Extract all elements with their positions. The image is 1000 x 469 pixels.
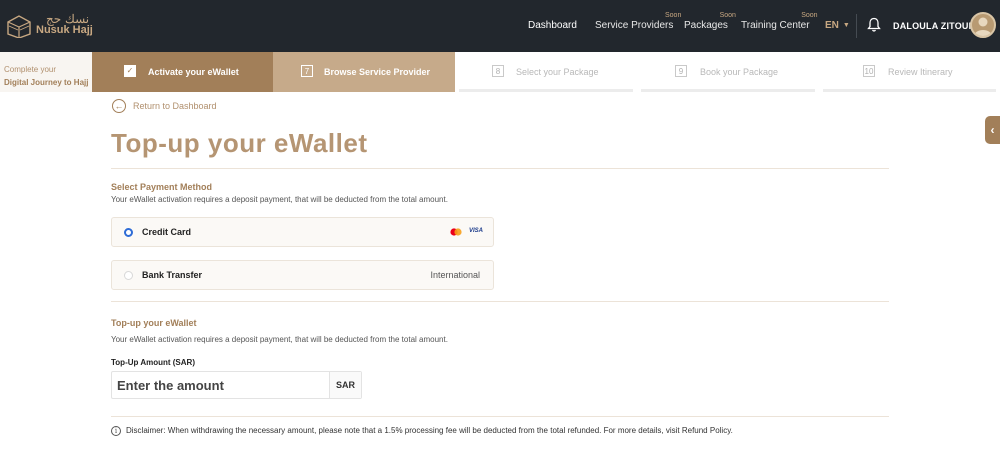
notification-bell-icon[interactable] xyxy=(867,17,881,33)
mastercard-icon xyxy=(450,228,462,236)
nav-dashboard[interactable]: Dashboard xyxy=(528,20,577,31)
step-book-package[interactable]: 9 Book your Package xyxy=(637,52,819,92)
step-activate-ewallet[interactable]: ✓ Activate your eWallet xyxy=(92,52,273,92)
bank-transfer-type: International xyxy=(430,270,480,280)
soon-badge: Soon xyxy=(665,12,682,19)
top-navbar: نسك حج Nusuk Hajj Dashboard Service Prov… xyxy=(0,0,1000,52)
topup-amount-input[interactable] xyxy=(112,372,330,398)
page-title: Top-up your eWallet xyxy=(111,128,368,158)
payment-option-credit-card[interactable]: Credit Card VISA xyxy=(111,217,494,247)
language-selector[interactable]: EN ▼ xyxy=(825,20,850,31)
step-number: 8 xyxy=(492,65,504,77)
info-icon: i xyxy=(111,426,121,436)
arrow-left-circle-icon: ← xyxy=(112,99,126,113)
caret-down-icon: ▼ xyxy=(842,21,850,29)
journey-caption: Complete your Digital Journey to Hajj xyxy=(0,52,92,92)
step-progress-track xyxy=(459,89,633,92)
credit-card-radio[interactable] xyxy=(124,228,133,237)
divider xyxy=(111,416,889,417)
nav-divider xyxy=(856,14,857,38)
nav-packages[interactable]: Packages Soon xyxy=(684,12,736,31)
step-progress-track xyxy=(823,89,996,92)
checkmark-icon: ✓ xyxy=(124,65,136,77)
bank-transfer-label: Bank Transfer xyxy=(142,270,203,280)
payment-method-subtitle: Your eWallet activation requires a depos… xyxy=(111,195,448,204)
nav-training-center[interactable]: Training Center Soon xyxy=(741,12,818,31)
user-avatar-icon xyxy=(974,17,992,36)
currency-suffix: SAR xyxy=(329,372,361,398)
side-panel-toggle[interactable]: ‹ xyxy=(985,116,1000,144)
journey-stepper: Complete your Digital Journey to Hajj ✓ … xyxy=(0,52,1000,92)
step-progress-track xyxy=(641,89,815,92)
payment-method-title: Select Payment Method xyxy=(111,182,213,192)
step-label: Activate your eWallet xyxy=(148,67,239,77)
step-review-itinerary[interactable]: 10 Review Itinerary xyxy=(819,52,1000,92)
nusuk-logo[interactable]: نسك حج Nusuk Hajj xyxy=(6,12,96,40)
nav-dashboard-label: Dashboard xyxy=(528,20,577,31)
step-label: Select your Package xyxy=(516,67,599,77)
soon-badge: Soon xyxy=(801,12,818,19)
divider xyxy=(111,168,889,169)
nav-packages-label: Packages xyxy=(684,20,728,31)
bank-transfer-radio[interactable] xyxy=(124,271,133,280)
language-label: EN xyxy=(825,20,839,31)
logo-english-text: Nusuk Hajj xyxy=(36,24,93,36)
return-to-dashboard-label: Return to Dashboard xyxy=(133,101,217,111)
kaaba-logo-icon xyxy=(7,15,31,38)
step-number: 9 xyxy=(675,65,687,77)
step-label: Book your Package xyxy=(700,67,779,77)
chevron-left-icon: ‹ xyxy=(990,123,995,137)
disclaimer-text: Disclaimer: When withdrawing the necessa… xyxy=(126,426,733,435)
step-select-package[interactable]: 8 Select your Package xyxy=(455,52,637,92)
user-avatar[interactable] xyxy=(970,12,996,38)
step-label: Review Itinerary xyxy=(888,67,953,77)
journey-caption-line1: Complete your xyxy=(4,65,57,74)
step-browse-service-provider[interactable]: 7 Browse Service Provider xyxy=(273,52,455,92)
credit-card-label: Credit Card xyxy=(142,227,192,237)
visa-icon: VISA xyxy=(469,228,484,234)
topup-section-subtitle: Your eWallet activation requires a depos… xyxy=(111,335,448,344)
nav-service-providers-label: Service Providers xyxy=(595,20,674,31)
divider xyxy=(111,301,889,302)
step-label: Browse Service Provider xyxy=(324,67,431,77)
step-number: 7 xyxy=(301,65,313,77)
topup-section-title: Top-up your eWallet xyxy=(111,318,197,328)
journey-caption-line2: Digital Journey to Hajj xyxy=(4,78,89,87)
nav-training-center-label: Training Center xyxy=(741,20,810,31)
topup-amount-field: SAR xyxy=(111,371,362,399)
payment-option-bank-transfer[interactable]: Bank Transfer International xyxy=(111,260,494,290)
topup-amount-label: Top-Up Amount (SAR) xyxy=(111,358,195,367)
nav-service-providers[interactable]: Service Providers Soon xyxy=(595,12,681,31)
user-name[interactable]: DALOULA ZITOUNI xyxy=(893,21,978,31)
step-number: 10 xyxy=(863,65,875,77)
soon-badge: Soon xyxy=(719,12,736,19)
